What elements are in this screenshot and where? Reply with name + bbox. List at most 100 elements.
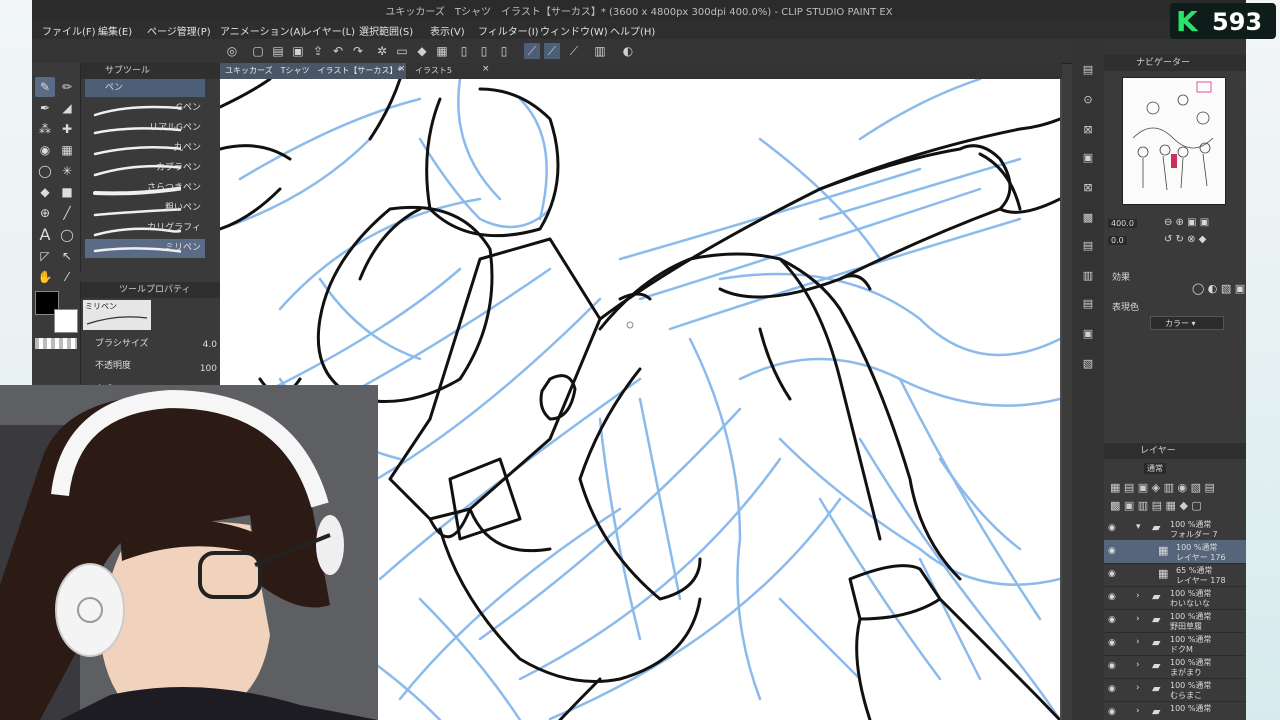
layer-toolbar[interactable]: ▦ ▤ ▣ ◈ ▥ ◉ ▧ ▤ ▩ ▣ ▥ ▤ ▦ ◆ ▢ <box>1104 479 1246 515</box>
auto-select-tool-icon[interactable]: ✳ <box>57 161 77 181</box>
layer-folder-row[interactable]: ◉ ▾ ▰ 100 %通常 フォルダー 7 <box>1104 517 1246 541</box>
eraser-tool-icon[interactable]: ◢ <box>57 98 77 118</box>
layer-folder-row[interactable]: ◉ › ▰ 100 %通常 まがまり <box>1104 655 1246 679</box>
eye-icon[interactable]: ◉ <box>1108 638 1116 648</box>
sub-view-icon[interactable]: ▥ <box>1080 268 1096 284</box>
eye-icon[interactable]: ◉ <box>1108 707 1116 717</box>
transform-icon[interactable]: ▦ <box>434 43 450 59</box>
clip-studio-icon[interactable]: ◎ <box>224 43 240 59</box>
auto-action-icon[interactable]: ▣ <box>1080 150 1096 166</box>
menu-help[interactable]: ヘルプ(H) <box>610 23 655 38</box>
zoom-tool-icon[interactable]: ⊕ <box>35 203 55 223</box>
deselect-icon[interactable]: ▯ <box>496 43 512 59</box>
layer-property-icon[interactable]: ▤ <box>1080 296 1096 312</box>
menu-edit[interactable]: 編集(E) <box>98 23 132 38</box>
fill-icon[interactable]: ◆ <box>414 43 430 59</box>
redo-icon[interactable]: ↷ <box>350 43 366 59</box>
balloon-tool-icon[interactable]: ◯ <box>57 225 77 245</box>
brush-item[interactable]: カリグラフィ <box>85 219 205 238</box>
eye-icon[interactable]: ◉ <box>1108 661 1116 671</box>
brush-tool-icon[interactable]: ✒ <box>35 98 55 118</box>
history-icon[interactable]: ▤ <box>1080 238 1096 254</box>
chevron-down-icon[interactable]: ▾ <box>1136 522 1141 532</box>
hide-selection-icon[interactable]: ▯ <box>456 43 472 59</box>
chevron-right-icon[interactable]: › <box>1136 660 1140 670</box>
timelapse-icon[interactable]: ◐ <box>620 43 636 59</box>
eye-icon[interactable]: ◉ <box>1108 615 1116 625</box>
lasso-tool-icon[interactable]: ◯ <box>35 161 55 181</box>
menu-select[interactable]: 選択範囲(S) <box>359 23 413 38</box>
eye-icon[interactable]: ◉ <box>1108 569 1116 579</box>
eye-icon[interactable]: ◉ <box>1108 546 1116 556</box>
brush-item[interactable]: カブラペン <box>85 159 205 178</box>
menu-window[interactable]: ウィンドウ(W) <box>540 23 608 38</box>
clear-icon[interactable]: ▭ <box>394 43 410 59</box>
material-palette-icon[interactable]: ▤ <box>1080 62 1096 78</box>
close-icon[interactable]: × <box>398 64 406 74</box>
decoration-tool-icon[interactable]: ⁂ <box>35 119 55 139</box>
menu-animation[interactable]: アニメーション(A) <box>220 23 304 38</box>
brush-item[interactable]: さらつきペン <box>85 179 205 198</box>
pen-tool-icon[interactable]: ✎ <box>35 77 55 97</box>
opacity-value[interactable]: 100 <box>177 364 217 374</box>
layer-folder-row[interactable]: ◉ › ▰ 100 %通常 野田草履 <box>1104 609 1246 633</box>
eyedropper-tool-icon[interactable]: ⁄ <box>57 267 77 287</box>
color-set-icon[interactable]: ▩ <box>1080 210 1096 226</box>
gradient-tool-icon[interactable]: ■ <box>57 182 77 202</box>
close-icon[interactable]: × <box>482 64 490 74</box>
zoom-value[interactable]: 400.0 <box>1108 219 1137 228</box>
undo-icon[interactable]: ↶ <box>330 43 346 59</box>
effect-icons[interactable]: ◯ ◐ ▧ ▣ <box>1192 282 1245 295</box>
snap-special-ruler-icon[interactable]: ⟋ <box>544 43 560 59</box>
snap-grid-icon[interactable]: ⟋ <box>566 43 582 59</box>
brush-item[interactable]: Gペン <box>85 99 205 118</box>
tab-illust5[interactable]: イラスト5 <box>410 63 457 79</box>
chevron-right-icon[interactable]: › <box>1136 591 1140 601</box>
subtool-group-tab[interactable]: ペン <box>85 79 205 97</box>
layer-folder-row[interactable]: ◉ › ▰ 100 %通常 ドクM <box>1104 632 1246 656</box>
object-tool-icon[interactable]: ↖ <box>57 246 77 266</box>
navigator-thumbnail[interactable] <box>1122 77 1226 205</box>
eye-icon[interactable]: ◉ <box>1108 523 1116 533</box>
brush-item[interactable]: 粗いペン <box>85 199 205 218</box>
layer-search-icon[interactable]: ▣ <box>1080 326 1096 342</box>
menu-file[interactable]: ファイル(F) <box>42 23 96 38</box>
fill-tool-icon[interactable]: ◆ <box>35 182 55 202</box>
tab-circus-illustration[interactable]: ユキッカーズ Tシャツ イラスト【サーカス】* <box>220 63 407 79</box>
layer-folder-row[interactable]: ◉ › ▰ 100 %通常 むらまこ <box>1104 678 1246 702</box>
operation-tool-icon[interactable]: ✚ <box>57 119 77 139</box>
sub-color-swatch[interactable] <box>54 309 78 333</box>
chevron-right-icon[interactable]: › <box>1136 637 1140 647</box>
rotate-icon[interactable]: ↺ ↻ ⊗ ◆ <box>1164 234 1206 245</box>
chevron-right-icon[interactable]: › <box>1136 706 1140 716</box>
settings-icon[interactable]: ✲ <box>374 43 390 59</box>
layer-blend-mode[interactable]: 通常 <box>1144 463 1166 474</box>
brush-item[interactable]: 丸ペン <box>85 139 205 158</box>
export-icon[interactable]: ⇪ <box>310 43 326 59</box>
zoom-out-icon[interactable]: ⊖ ⊕ ▣ ▣ <box>1164 217 1209 228</box>
open-file-icon[interactable]: ▤ <box>270 43 286 59</box>
ruler-tool-icon[interactable]: ◸ <box>35 246 55 266</box>
layer-folder-row[interactable]: ◉ › ▰ 100 %通常 わいないな <box>1104 586 1246 610</box>
new-file-icon[interactable]: ▢ <box>250 43 266 59</box>
eye-icon[interactable]: ◉ <box>1108 684 1116 694</box>
eye-icon[interactable]: ◉ <box>1108 592 1116 602</box>
layer-row[interactable]: ◉ ▦ 100 %通常 レイヤー 176 <box>1104 540 1246 564</box>
reference-icon[interactable]: ▥ <box>592 43 608 59</box>
menu-page[interactable]: ページ管理(P) <box>147 23 211 38</box>
menu-layer[interactable]: レイヤー(L) <box>302 23 355 38</box>
transparent-color-swatch[interactable] <box>35 338 77 349</box>
display-color-select[interactable]: カラー ▾ <box>1150 316 1224 330</box>
figure-tool-icon[interactable]: ▦ <box>57 140 77 160</box>
brush-item[interactable]: リアルGペン <box>85 119 205 138</box>
layer-row[interactable]: ◉ ▦ 65 %通常 レイヤー 178 <box>1104 563 1246 587</box>
save-icon[interactable]: ▣ <box>290 43 306 59</box>
pencil-tool-icon[interactable]: ✏ <box>57 77 77 97</box>
select-all-icon[interactable]: ▯ <box>476 43 492 59</box>
chevron-right-icon[interactable]: › <box>1136 614 1140 624</box>
brush-item[interactable]: ミリペン <box>85 239 205 258</box>
search-icon[interactable]: ⊙ <box>1080 92 1096 108</box>
menu-filter[interactable]: フィルター(I) <box>478 23 539 38</box>
menu-view[interactable]: 表示(V) <box>430 23 465 38</box>
layer-folder-row[interactable]: ◉ › ▰ 100 %通常 <box>1104 701 1246 720</box>
